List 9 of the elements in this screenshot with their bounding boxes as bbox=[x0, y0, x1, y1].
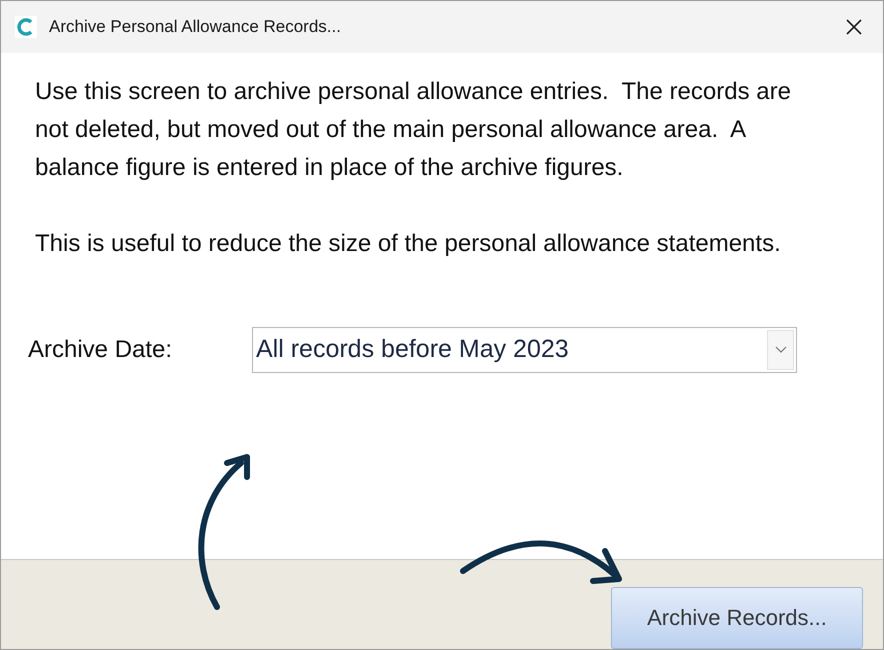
app-logo-icon bbox=[15, 16, 37, 38]
chevron-down-icon bbox=[774, 346, 786, 354]
window-title: Archive Personal Allowance Records... bbox=[49, 16, 342, 38]
archive-records-button[interactable]: Archive Records... bbox=[611, 586, 863, 648]
instruction-text: Use this screen to archive personal allowance entries. The records are not deleted, but moved out of the main personal allowance area. A balance figure is entered in place of the archive figures. bbox=[35, 77, 792, 183]
archive-date-label: Archive Date: bbox=[28, 335, 174, 365]
archive-date-dropdown[interactable]: All records before May 2023 bbox=[252, 327, 797, 373]
instruction-text: This is useful to reduce the size of the personal allowance statements. bbox=[35, 229, 782, 259]
close-icon bbox=[845, 18, 863, 36]
